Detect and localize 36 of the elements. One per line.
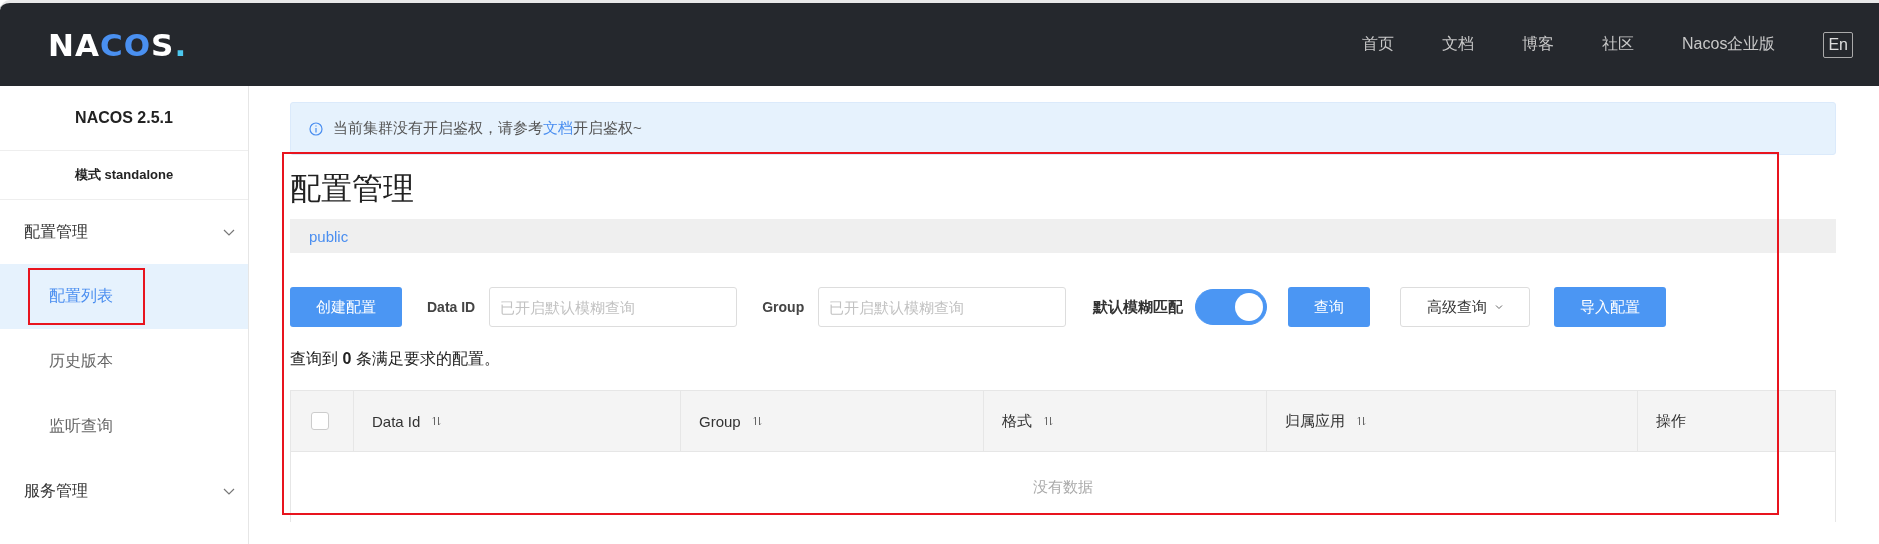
group-field[interactable]: 已开启默认模糊查询 — [818, 287, 1067, 327]
page-title: 配置管理 — [290, 170, 415, 208]
version-label: NACOS 2.5.1 — [0, 86, 248, 151]
nav-link[interactable]: 文档 — [1442, 34, 1475, 55]
menu-group[interactable]: 服务管理 — [0, 459, 248, 523]
menu-group[interactable]: 配置管理 — [0, 200, 248, 264]
checkbox[interactable] — [311, 412, 329, 430]
nav-link[interactable]: 首页 — [1362, 34, 1395, 55]
column-header: Data Id — [372, 412, 421, 430]
sort-icon[interactable] — [432, 416, 442, 426]
column-header: 操作 — [1656, 411, 1686, 431]
column-header: 格式 — [1002, 411, 1032, 431]
nav-link[interactable]: 社区 — [1602, 34, 1635, 55]
sort-icon[interactable] — [752, 416, 762, 426]
info-icon — [309, 121, 323, 136]
field-label: Group — [762, 299, 805, 315]
notice-text: 当前集群没有开启鉴权，请参考文档开启鉴权~ — [333, 119, 642, 138]
toggle-switch[interactable] — [1195, 289, 1268, 325]
data-id-field[interactable]: 已开启默认模糊查询 — [489, 287, 738, 327]
column-header: 归属应用 — [1285, 411, 1345, 431]
column-header: Group — [699, 412, 741, 430]
language-button[interactable]: En — [1823, 31, 1853, 58]
empty-message: 没有数据 — [1033, 477, 1093, 497]
menu-item[interactable]: 历史版本 — [0, 329, 248, 394]
caret-icon — [1495, 304, 1504, 310]
result-count: 查询到 0 条满足要求的配置。 — [290, 349, 501, 369]
advanced-search-button[interactable]: 高级查询 — [1400, 287, 1531, 327]
menu-item[interactable]: 监听查询 — [0, 394, 248, 459]
toggle-label: 默认模糊匹配 — [1093, 297, 1184, 317]
logo[interactable]: NACOS. — [48, 26, 188, 63]
nav-link[interactable]: 博客 — [1522, 34, 1555, 55]
mode-label: 模式 standalone — [0, 151, 248, 200]
nav-link[interactable]: Nacos企业版 — [1682, 34, 1776, 55]
field-label: Data ID — [427, 299, 476, 315]
sort-icon[interactable] — [1044, 416, 1053, 426]
sort-icon[interactable] — [1357, 416, 1366, 426]
